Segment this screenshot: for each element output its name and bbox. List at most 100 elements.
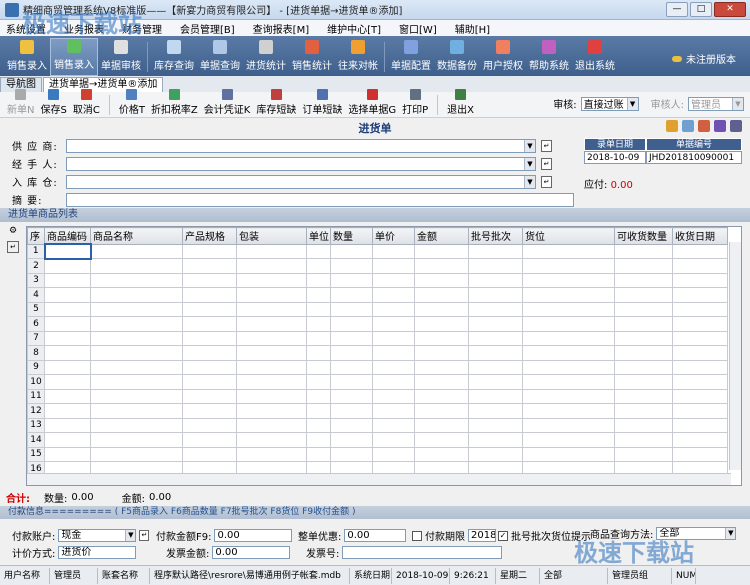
grid-cell[interactable] xyxy=(468,403,523,419)
grid-cell[interactable] xyxy=(44,432,91,448)
column-header[interactable]: 金额 xyxy=(414,227,469,245)
grid-cell[interactable] xyxy=(90,272,183,288)
grid-cell[interactable] xyxy=(330,316,373,332)
grid-cell[interactable] xyxy=(414,388,469,404)
grid-cell[interactable] xyxy=(236,316,307,332)
column-header[interactable]: 收货日期 xyxy=(672,227,728,245)
grid-cell[interactable] xyxy=(44,403,91,419)
grid-cell[interactable] xyxy=(44,301,91,317)
date-field[interactable]: 2018-10-09 xyxy=(584,151,646,164)
grid-cell[interactable] xyxy=(306,258,331,274)
register-notice[interactable]: 未注册版本 xyxy=(672,51,736,66)
column-header[interactable]: 产品规格 xyxy=(182,227,237,245)
grid-cell[interactable] xyxy=(90,388,183,404)
table-row[interactable]: 8 xyxy=(27,345,728,361)
grid-cell[interactable] xyxy=(468,301,523,317)
menu-item-7[interactable]: 辅助[H] xyxy=(455,21,490,36)
grid-cell[interactable] xyxy=(90,243,183,259)
doc-button-0[interactable]: 新单N xyxy=(4,89,37,117)
column-header[interactable]: 序 xyxy=(27,227,45,245)
grid-cell[interactable] xyxy=(182,432,237,448)
grid-cell[interactable] xyxy=(522,258,615,274)
grid-cell[interactable] xyxy=(330,432,373,448)
doc-button-4[interactable]: 折扣税率Z xyxy=(148,89,201,117)
grid-cell[interactable] xyxy=(182,417,237,433)
doc-button-10[interactable]: 退出X xyxy=(444,89,477,117)
grid-cell[interactable] xyxy=(614,243,673,259)
grid-cell[interactable] xyxy=(90,432,183,448)
grid-cell[interactable] xyxy=(614,359,673,375)
grid-cell[interactable] xyxy=(522,301,615,317)
handler-lookup-button[interactable]: ↵ xyxy=(541,157,552,170)
grid-cell[interactable] xyxy=(522,388,615,404)
grid-cell[interactable] xyxy=(522,446,615,462)
grid-cell[interactable] xyxy=(522,359,615,375)
grid-cell[interactable] xyxy=(468,258,523,274)
grid-cell[interactable] xyxy=(614,432,673,448)
grid-cell[interactable] xyxy=(330,417,373,433)
column-header[interactable]: 商品名称 xyxy=(90,227,183,245)
grid-cell[interactable] xyxy=(236,345,307,361)
enter-icon[interactable]: ↵ xyxy=(7,241,19,253)
grid-cell[interactable] xyxy=(614,374,673,390)
table-row[interactable]: 3 xyxy=(27,272,728,288)
grid-cell[interactable] xyxy=(372,403,415,419)
deadline-checkbox[interactable] xyxy=(412,530,422,541)
supplier-lookup-button[interactable]: ↵ xyxy=(541,139,552,152)
grid-cell[interactable] xyxy=(372,258,415,274)
toolbar-button-5[interactable]: 进货统计 xyxy=(243,38,289,76)
grid-cell[interactable] xyxy=(306,359,331,375)
doc-button-8[interactable]: 选择单据G xyxy=(345,89,399,117)
grid-cell[interactable] xyxy=(306,316,331,332)
grid-cell[interactable] xyxy=(90,301,183,317)
grid-cell[interactable] xyxy=(306,417,331,433)
grid-cell[interactable] xyxy=(672,243,728,259)
grid-cell[interactable] xyxy=(672,272,728,288)
grid-cell[interactable] xyxy=(330,345,373,361)
grid-cell[interactable] xyxy=(614,330,673,346)
column-header[interactable]: 批号批次 xyxy=(468,227,523,245)
warehouse-lookup-button[interactable]: ↵ xyxy=(541,175,552,188)
grid-cell[interactable] xyxy=(414,243,469,259)
toolbar-button-9[interactable]: 数据备份 xyxy=(434,38,480,76)
grid-cell[interactable] xyxy=(44,446,91,462)
folder-icon[interactable] xyxy=(682,120,694,132)
grid-cell[interactable] xyxy=(182,345,237,361)
grid-cell[interactable] xyxy=(414,417,469,433)
auditor-select[interactable]: 管理员 ▼ xyxy=(688,96,744,111)
doc-button-2[interactable]: 取消C xyxy=(70,89,103,117)
table-row[interactable]: 10 xyxy=(27,374,728,390)
grid-cell[interactable] xyxy=(614,258,673,274)
grid-cell[interactable] xyxy=(372,388,415,404)
grid-cell[interactable] xyxy=(372,345,415,361)
column-header[interactable]: 单价 xyxy=(372,227,415,245)
grid-cell[interactable] xyxy=(306,345,331,361)
grid-cell[interactable] xyxy=(468,388,523,404)
grid-cell[interactable] xyxy=(306,330,331,346)
grid-cell[interactable] xyxy=(330,287,373,303)
grid-cell[interactable] xyxy=(672,432,728,448)
grid-cell[interactable] xyxy=(330,301,373,317)
grid-cell[interactable] xyxy=(672,330,728,346)
grid-cell[interactable] xyxy=(414,374,469,390)
grid-cell[interactable] xyxy=(414,345,469,361)
grid-cell[interactable] xyxy=(330,258,373,274)
grid-cell[interactable] xyxy=(90,287,183,303)
grid-cell[interactable] xyxy=(236,243,307,259)
doc-button-9[interactable]: 打印P xyxy=(399,89,431,117)
table-row[interactable]: 13 xyxy=(27,417,728,433)
account-lookup-button[interactable]: ↵ xyxy=(139,530,150,541)
home-icon[interactable] xyxy=(666,120,678,132)
grid-cell[interactable] xyxy=(306,301,331,317)
invoice-amount-input[interactable]: 0.00 xyxy=(212,546,291,559)
layout-icon[interactable] xyxy=(730,120,742,132)
doc-button-7[interactable]: 订单短缺 xyxy=(299,89,345,117)
grid-cell[interactable] xyxy=(330,446,373,462)
grid-cell[interactable] xyxy=(182,316,237,332)
grid-cell[interactable] xyxy=(44,359,91,375)
settings-icon[interactable]: ⚙ xyxy=(7,226,19,238)
grid-cell[interactable] xyxy=(90,374,183,390)
table-row[interactable]: 7 xyxy=(27,330,728,346)
column-header[interactable]: 可收货数量 xyxy=(614,227,673,245)
grid-cell[interactable] xyxy=(522,243,615,259)
